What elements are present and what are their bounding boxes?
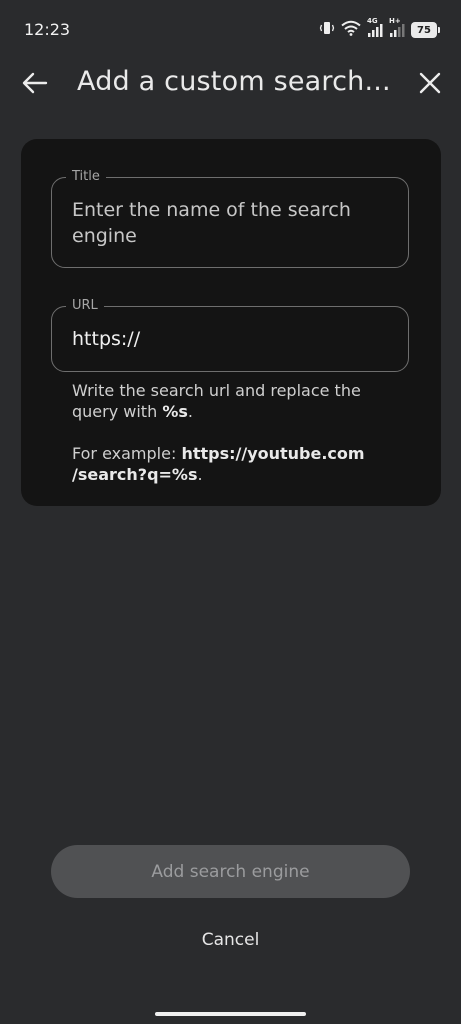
home-indicator[interactable] (155, 1012, 306, 1016)
url-input-value[interactable]: https:// (72, 326, 392, 352)
top-app-bar: Add a custom search... (0, 60, 461, 106)
helper-punctuation: . (187, 402, 193, 421)
status-time: 12:23 (24, 20, 71, 39)
helper-text: Write the search url and replace the que… (72, 381, 361, 421)
example-punctuation: . (197, 465, 203, 484)
form-card: Title Enter the name of the search engin… (21, 139, 441, 506)
query-token: %s (162, 402, 188, 421)
status-icons: 4G H+ 75 (319, 17, 440, 40)
wifi-icon (341, 20, 361, 40)
back-button[interactable] (20, 70, 52, 96)
status-bar: 12:23 4G H+ 75 (0, 0, 461, 60)
url-helper-text: Write the search url and replace the que… (72, 380, 392, 422)
title-field[interactable]: Title Enter the name of the search engin… (51, 169, 409, 268)
url-field[interactable]: URL https:// (51, 298, 409, 372)
close-button[interactable] (417, 70, 443, 96)
add-search-engine-button[interactable]: Add search engine (51, 845, 410, 898)
screen: 12:23 4G H+ 75 Add a custom search... Ti… (0, 0, 461, 1024)
cancel-button[interactable]: Cancel (0, 930, 461, 950)
vibrate-icon (319, 20, 335, 40)
network-type-label: 4G (367, 17, 378, 25)
arrow-left-icon (22, 72, 48, 94)
example-prefix: For example: (72, 444, 182, 463)
page-title: Add a custom search... (77, 66, 391, 97)
url-example-text: For example: https://youtube.com /search… (72, 443, 392, 485)
signal-icon: H+ (389, 17, 405, 38)
title-field-label: Title (66, 169, 106, 185)
title-input-placeholder[interactable]: Enter the name of the search engine (72, 197, 392, 249)
battery-icon: 75 (411, 22, 440, 38)
network-type-label: H+ (389, 17, 401, 25)
signal-icon: 4G (367, 17, 383, 38)
url-field-label: URL (66, 298, 104, 314)
close-icon (419, 72, 441, 94)
